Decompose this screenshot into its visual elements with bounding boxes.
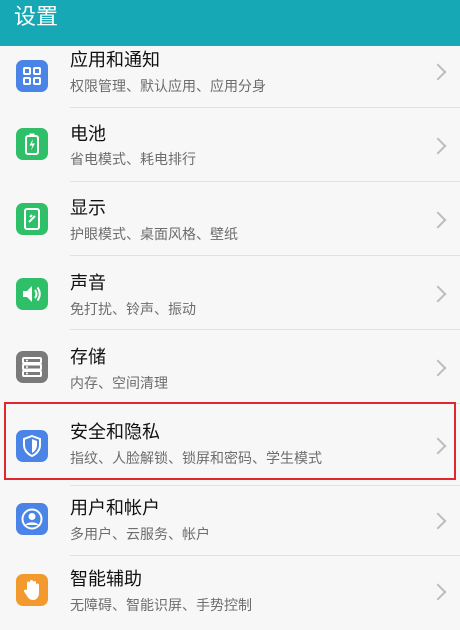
- settings-item-subtitle: 免打扰、铃声、振动: [70, 302, 196, 318]
- settings-item-security-privacy[interactable]: 安全和隐私 指纹、人脸解锁、锁屏和密码、学生模式: [0, 404, 460, 486]
- settings-item-battery[interactable]: 电池 省电模式、耗电排行: [0, 108, 460, 182]
- battery-icon: [16, 128, 48, 160]
- settings-item-title: 声音: [70, 273, 106, 294]
- hand-icon: [16, 574, 48, 606]
- chevron-right-icon: [429, 583, 447, 601]
- settings-item-subtitle: 省电模式、耗电排行: [70, 152, 196, 168]
- shield-icon: [16, 430, 48, 462]
- settings-item-subtitle: 多用户、云服务、帐户: [70, 527, 210, 543]
- apps-grid-icon: [16, 60, 48, 92]
- settings-item-title: 应用和通知: [70, 50, 160, 71]
- display-icon: [16, 203, 48, 235]
- chevron-right-icon: [429, 512, 447, 530]
- page-title: 设置: [14, 5, 59, 30]
- app-header: 设置: [0, 0, 460, 46]
- settings-item-sound[interactable]: 声音 免打扰、铃声、振动: [0, 256, 460, 330]
- settings-item-title: 存储: [70, 347, 106, 368]
- settings-item-title: 智能辅助: [70, 569, 142, 590]
- speaker-icon: [16, 278, 48, 310]
- chevron-right-icon: [429, 211, 447, 229]
- settings-item-title: 显示: [70, 198, 106, 219]
- settings-item-title: 用户和帐户: [70, 498, 160, 519]
- storage-icon: [16, 351, 48, 383]
- chevron-right-icon: [429, 359, 447, 377]
- settings-item-subtitle: 内存、空间清理: [70, 376, 168, 392]
- settings-item-apps-notifications[interactable]: 应用和通知 权限管理、默认应用、应用分身: [0, 46, 460, 108]
- settings-item-subtitle: 无障碍、智能识屏、手势控制: [70, 598, 252, 614]
- settings-item-title: 安全和隐私: [70, 422, 160, 443]
- settings-item-title: 电池: [70, 124, 106, 145]
- settings-item-subtitle: 护眼模式、桌面风格、壁纸: [70, 227, 238, 243]
- settings-item-smart-assistance[interactable]: 智能辅助 无障碍、智能识屏、手势控制: [0, 556, 460, 630]
- settings-item-storage[interactable]: 存储 内存、空间清理: [0, 330, 460, 404]
- user-icon: [16, 503, 48, 535]
- settings-item-subtitle: 权限管理、默认应用、应用分身: [70, 79, 266, 95]
- chevron-right-icon: [429, 137, 447, 155]
- settings-item-subtitle: 指纹、人脸解锁、锁屏和密码、学生模式: [70, 451, 322, 467]
- settings-list: 应用和通知 权限管理、默认应用、应用分身 电池 省电模式、耗电排行 显示 护眼模…: [0, 46, 460, 630]
- chevron-right-icon: [429, 437, 447, 455]
- chevron-right-icon: [429, 63, 447, 81]
- settings-item-display[interactable]: 显示 护眼模式、桌面风格、壁纸: [0, 182, 460, 256]
- chevron-right-icon: [429, 285, 447, 303]
- settings-item-users-accounts[interactable]: 用户和帐户 多用户、云服务、帐户: [0, 486, 460, 556]
